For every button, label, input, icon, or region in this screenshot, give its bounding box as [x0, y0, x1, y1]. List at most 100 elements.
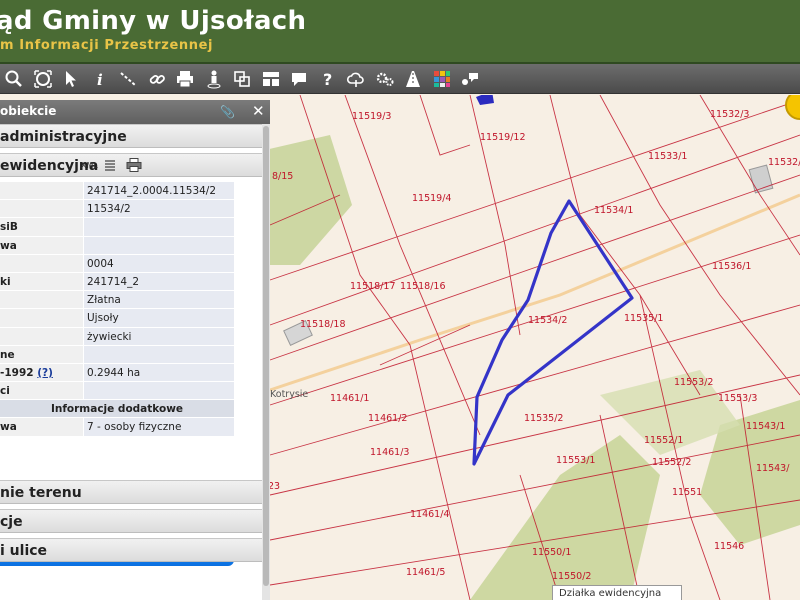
list-icon[interactable] [104, 159, 116, 171]
parcel-label: 11543/ [756, 463, 790, 474]
parcel-label: 11461/4 [410, 509, 449, 520]
parcel-label: 11552/2 [652, 457, 691, 468]
help-link[interactable]: (?) [37, 367, 53, 379]
parcel-label: 11461/1 [330, 393, 369, 404]
attribute-key-text: ne [0, 348, 15, 361]
section-streets[interactable]: i ulice [0, 538, 262, 562]
grid-icon[interactable] [428, 65, 457, 93]
attribute-row: siB [0, 218, 234, 237]
attribute-key [0, 327, 83, 346]
attribute-key [0, 291, 83, 310]
street-view-icon[interactable] [200, 65, 229, 93]
info-panel: obiekcie 📎 ✕ administracyjne ewidencyjna… [0, 100, 270, 600]
attribute-key-text: -1992 [0, 366, 34, 379]
print-icon[interactable] [171, 65, 200, 93]
section-registry[interactable]: ewidencyjna XML [0, 153, 262, 177]
attribute-table: 241714_2.0004.11534/2 11534/2 siB wa 0004 ki 2… [0, 182, 234, 437]
scrollbar-thumb[interactable] [263, 126, 269, 586]
measure-icon[interactable] [114, 65, 143, 93]
close-icon[interactable]: ✕ [252, 102, 265, 120]
parcel-label: 11518/16 [400, 281, 446, 292]
cloud-icon[interactable] [342, 65, 371, 93]
parcel-label: 11553/3 [718, 393, 757, 404]
pointer-icon[interactable] [57, 65, 86, 93]
attribute-row: Złatna [0, 291, 234, 310]
parcel-label: 11551 [672, 487, 702, 498]
attribute-key: wa [0, 236, 83, 255]
parcel-label: 8/15 [272, 171, 293, 182]
parcel-label: 11546 [714, 541, 744, 552]
attribute-row: ki 241714_2 [0, 272, 234, 292]
parcel-label: 11461/5 [406, 567, 445, 578]
attribute-key [0, 200, 83, 219]
settings-icon[interactable] [371, 65, 400, 93]
parcel-label: 11535/2 [524, 413, 563, 424]
section-terrain[interactable]: nie terenu [0, 480, 262, 504]
place-label: Kotrysie [270, 389, 308, 400]
attribute-value [84, 382, 234, 401]
parcel-label: 11550/1 [532, 547, 571, 558]
parcel-label: 11550/2 [552, 571, 591, 582]
map-toolbar: i ? [0, 64, 800, 94]
pin-icon[interactable]: 📎 [220, 105, 235, 119]
parcel-label: 11533/1 [648, 151, 687, 162]
zoom-extent-icon[interactable] [29, 65, 58, 93]
parcel-label: 11519/12 [480, 132, 526, 143]
parcel-label: 11553/1 [556, 455, 595, 466]
attribute-value: Ujsoły [84, 309, 234, 328]
panel-scrollbar[interactable] [262, 124, 270, 600]
attribute-row: ne [0, 345, 234, 364]
attribute-key-text: wa [0, 239, 17, 252]
xml-export-link[interactable]: XML [81, 161, 98, 170]
section-terrain-label: nie terenu [0, 485, 82, 501]
comment-icon[interactable] [285, 65, 314, 93]
section-cje[interactable]: cje [0, 509, 262, 533]
attribute-key [0, 309, 83, 328]
section-administrative[interactable]: administracyjne [0, 124, 262, 148]
parcel-label: 11461/3 [370, 447, 409, 458]
section-administrative-label: administracyjne [0, 129, 127, 145]
attribute-key-text: siB [0, 221, 18, 234]
parcel-label: 11519/3 [352, 111, 391, 122]
layers-icon[interactable] [228, 65, 257, 93]
attribute-value: żywiecki [84, 327, 234, 346]
extra-info-header: Informacje dodatkowe [0, 400, 234, 419]
attribute-row: wa [0, 236, 234, 255]
attribute-value [84, 218, 234, 237]
attribute-value: 0.2944 ha [84, 363, 234, 383]
attribute-value [84, 345, 234, 364]
section-streets-label: i ulice [0, 543, 48, 559]
attribute-value: 0004 [84, 254, 234, 273]
parcel-label: 11534/1 [594, 205, 633, 216]
attribute-value: Złatna [84, 291, 234, 310]
layout-icon[interactable] [257, 65, 286, 93]
attribute-key: ki [0, 272, 83, 292]
svg-text:i: i [97, 71, 103, 89]
parcel-label: 11518/18 [300, 319, 346, 330]
map-tooltip: Działka ewidencyjna [552, 585, 682, 600]
attribute-value [84, 236, 234, 255]
attribute-value: 7 - osoby fizyczne [84, 418, 234, 437]
attribute-value: 241714_2 [84, 272, 234, 292]
help-icon[interactable]: ? [314, 65, 343, 93]
panel-print-icon[interactable] [126, 158, 142, 172]
extra-info-header-label: Informacje dodatkowe [0, 400, 234, 419]
link-icon[interactable] [143, 65, 172, 93]
attribute-row: 11534/2 [0, 200, 234, 219]
app-subtitle: m Informacji Przestrzennej [0, 38, 214, 53]
zoom-icon[interactable] [0, 65, 29, 93]
attribute-key [0, 182, 83, 201]
parcel-label: 11536/1 [712, 261, 751, 272]
info-icon[interactable]: i [86, 65, 115, 93]
parcel-label: 11519/4 [412, 193, 451, 204]
road-icon[interactable] [399, 65, 428, 93]
attribute-key: wa [0, 418, 83, 437]
attribute-key-text: wa [0, 421, 17, 434]
panel-title: obiekcie [0, 104, 57, 118]
share-icon[interactable] [456, 65, 485, 93]
attribute-row: Ujsoły [0, 309, 234, 328]
parcel-label: 11543/1 [746, 421, 785, 432]
attribute-value: 241714_2.0004.11534/2 [84, 182, 234, 201]
parcel-label: 11461/2 [368, 413, 407, 424]
app-title: ąd Gminy w Ujsołach [0, 6, 307, 36]
